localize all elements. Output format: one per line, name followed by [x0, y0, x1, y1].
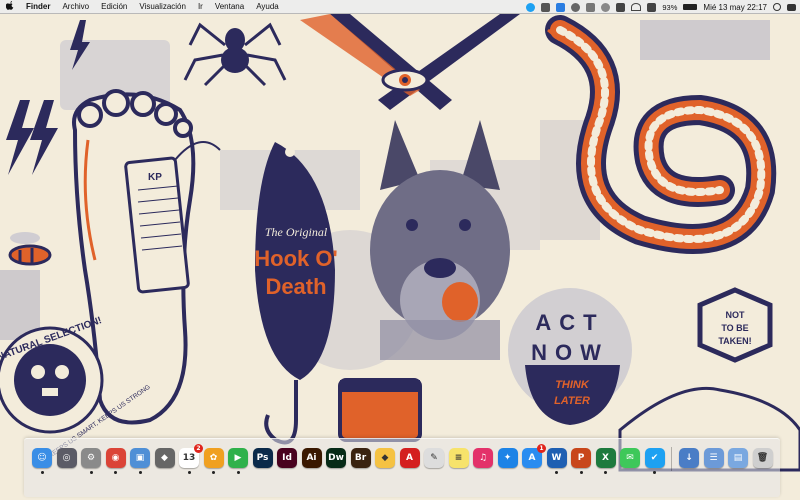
menu-edicion[interactable]: Edición — [95, 0, 133, 14]
menu-bar-left: Finder Archivo Edición Visualización Ir … — [0, 0, 285, 14]
dock-separator — [671, 447, 672, 471]
dock-item-image-capture[interactable]: ◆ — [154, 448, 175, 468]
dock-item-dreamweaver[interactable]: Dw — [326, 448, 346, 468]
dock-item-preview[interactable]: ▣ — [130, 448, 150, 468]
dock-item-system-preferences[interactable]: ⚙ — [81, 448, 101, 468]
volume-icon[interactable] — [647, 2, 657, 12]
think-text: THINK — [555, 379, 590, 391]
dock-running-indicator — [236, 471, 240, 474]
dock-badge: 2 — [194, 444, 203, 453]
dock-item-messages[interactable]: ✉ — [620, 448, 640, 468]
lure-line-1: The Original — [265, 225, 328, 239]
menu-ir[interactable]: Ir — [192, 0, 209, 14]
act-text: ACT — [535, 310, 604, 335]
lure-line-2: Hook O' — [254, 246, 337, 271]
menu-clock[interactable]: Mié 13 may 22:17 — [703, 3, 767, 12]
now-text: NOW — [531, 340, 609, 365]
dock-item-photos[interactable]: ✿ — [203, 448, 224, 468]
sync-tray-icon[interactable] — [586, 2, 596, 12]
dock-item-safari[interactable]: ✦ — [497, 448, 518, 468]
timemachine-tray-icon[interactable] — [601, 2, 611, 12]
menu-bar: Finder Archivo Edición Visualización Ir … — [0, 0, 800, 14]
menu-visualizacion[interactable]: Visualización — [133, 0, 192, 14]
menu-ventana[interactable]: Ventana — [209, 0, 250, 14]
menu-ayuda[interactable]: Ayuda — [250, 0, 285, 14]
drive-tray-icon[interactable] — [571, 2, 581, 12]
dock-icon-row: ☺ ◎ ⚙ ◉ ▣ ◆ 13 2 ✿ ▶ Ps Id Ai Dw Br ◆ A ✎ ≡ ♫ ✦ A 1 W P X ✉ ✔ ↓ ☰ ▤ 🗑 — [24, 439, 780, 497]
dock-item-facetime[interactable]: ▶ — [228, 448, 248, 468]
later-text: LATER — [554, 395, 590, 407]
dock-item-app-store[interactable]: A1 — [522, 444, 546, 468]
apple-menu-icon[interactable] — [0, 1, 20, 12]
dock-running-indicator — [138, 471, 142, 474]
dock-item-finder[interactable]: ☺ — [32, 448, 52, 468]
skype-tray-icon[interactable] — [541, 2, 551, 12]
dock-badge: 1 — [537, 444, 546, 453]
dock-running-indicator — [579, 471, 583, 474]
dock-item-trash[interactable]: 🗑 — [752, 448, 773, 468]
notification-center-icon[interactable] — [787, 3, 796, 11]
dock-item-documents[interactable]: ☰ — [703, 448, 724, 468]
hex-line-3: TAKEN! — [718, 336, 751, 346]
dock-item-twitter[interactable]: ✔ — [644, 448, 665, 468]
wifi-icon[interactable] — [631, 3, 642, 11]
twitter-tray-icon[interactable] — [526, 2, 536, 12]
dock-running-indicator — [653, 471, 656, 474]
desktop-wallpaper: KP NATURAL SELECTION! KEEPS US SMART, KE… — [0, 14, 800, 500]
dropbox-tray-icon[interactable] — [556, 2, 566, 12]
dock-running-indicator — [555, 471, 558, 474]
dock-running-indicator — [187, 471, 191, 474]
wallpaper-illustration: KP NATURAL SELECTION! KEEPS US SMART, KE… — [0, 14, 800, 472]
hex-line-2: TO BE — [721, 323, 748, 333]
dock-item-downloads[interactable]: ↓ — [679, 448, 699, 468]
dock-item-textedit[interactable]: ✎ — [424, 448, 444, 468]
dock: ☺ ◎ ⚙ ◉ ▣ ◆ 13 2 ✿ ▶ Ps Id Ai Dw Br ◆ A ✎ ≡ ♫ ✦ A 1 W P X ✉ ✔ ↓ ☰ ▤ 🗑 — [24, 438, 780, 497]
dock-item-calendar[interactable]: 13 2 — [179, 444, 203, 468]
dock-running-indicator — [604, 471, 607, 474]
dock-item-indesign[interactable]: Id — [277, 448, 297, 468]
menu-bar-tray: 93% Mié 13 may 22:17 — [526, 0, 796, 14]
lure-line-3: Death — [265, 274, 326, 299]
dock-item-acrobat[interactable]: A — [399, 448, 420, 468]
battery-icon[interactable] — [683, 4, 698, 10]
bluetooth-tray-icon[interactable] — [616, 2, 626, 12]
dock-item-word[interactable]: W — [546, 448, 567, 468]
dock-item-itunes[interactable]: ♫ — [473, 448, 493, 468]
menu-app-finder[interactable]: Finder — [20, 0, 56, 14]
dock-item-notes[interactable]: ≡ — [448, 448, 469, 468]
dock-item-sketch[interactable]: ◆ — [375, 448, 395, 468]
dock-running-indicator — [212, 471, 215, 474]
dock-item-launchpad[interactable]: ◎ — [56, 448, 77, 468]
dock-item-bridge[interactable]: Br — [350, 448, 371, 468]
dock-item-illustrator[interactable]: Ai — [301, 448, 322, 468]
menu-archivo[interactable]: Archivo — [56, 0, 95, 14]
dock-item-photoshop[interactable]: Ps — [252, 448, 273, 468]
hex-line-1: NOT — [726, 310, 746, 320]
toe-tag-label: KP — [148, 172, 162, 183]
dock-running-indicator — [89, 471, 93, 474]
dock-item-powerpoint[interactable]: P — [571, 448, 591, 468]
dock-item-chrome[interactable]: ◉ — [105, 448, 126, 468]
dock-item-excel[interactable]: X — [595, 448, 616, 468]
spotlight-search-icon[interactable] — [773, 3, 781, 11]
dock-running-indicator — [114, 471, 117, 474]
dock-running-indicator — [40, 471, 44, 474]
dock-item-folder[interactable]: ▤ — [728, 448, 748, 468]
battery-percent[interactable]: 93% — [662, 3, 677, 12]
